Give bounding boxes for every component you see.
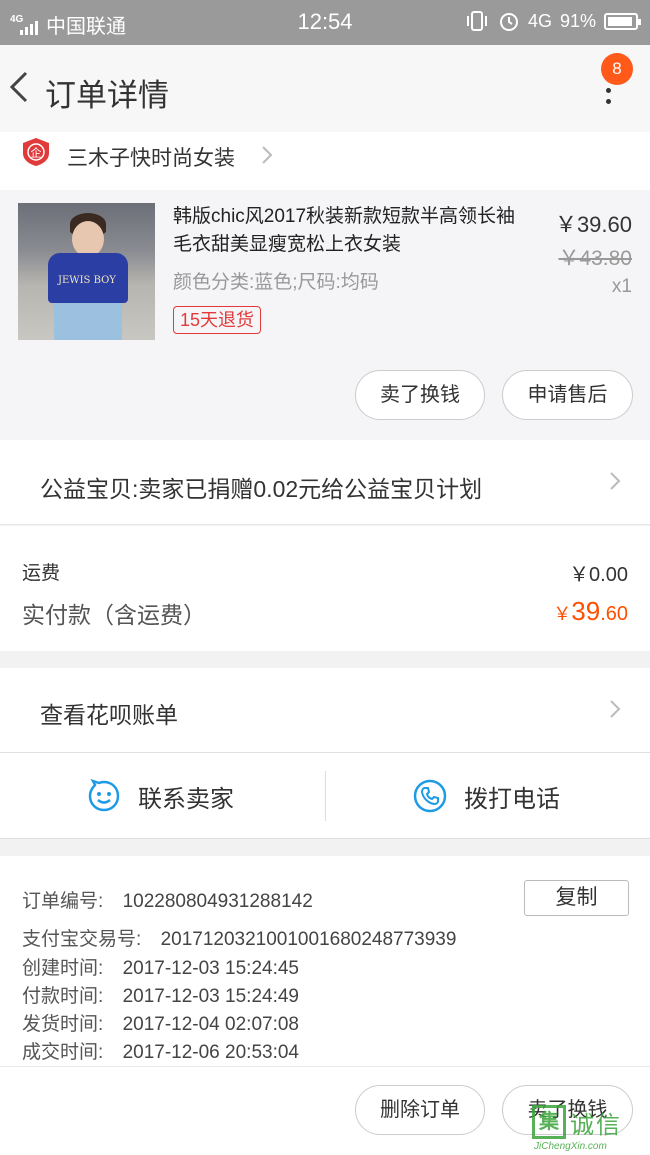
product-quantity: x1 — [611, 276, 632, 297]
product-price: ￥39.60 — [554, 212, 632, 237]
payment-summary: 运费 ￥0.00 实付款（含运费） ￥39.60 — [0, 526, 650, 651]
shop-name: 三木子快时尚女装 — [67, 147, 235, 170]
shipped-time: 2017-12-04 02:07:08 — [122, 1014, 299, 1035]
huabei-bill-row[interactable]: 查看花呗账单 — [0, 668, 650, 753]
paid-decimal: .60 — [600, 603, 628, 625]
chevron-right-icon — [610, 700, 621, 718]
shop-badge-char: 企 — [31, 146, 42, 160]
chevron-right-icon — [610, 472, 621, 490]
order-info: 订单编号: 102280804931288142 复制 支付宝交易号: 2017… — [0, 856, 650, 1066]
phone-icon — [413, 779, 447, 813]
call-phone-label: 拨打电话 — [464, 785, 560, 813]
shipping-label: 运费 — [22, 563, 61, 584]
copy-button[interactable]: 复制 — [524, 880, 629, 916]
battery-percent: 91% — [559, 10, 596, 31]
created-row: 创建时间: 2017-12-03 15:24:45 — [22, 953, 299, 980]
watermark-en: JiChengXin.com — [534, 1141, 607, 1152]
created-time: 2017-12-03 15:24:45 — [122, 958, 299, 979]
contact-seller-button[interactable]: 联系卖家 — [86, 753, 234, 839]
paid-amount: ￥39.60 — [553, 596, 628, 627]
nav-bar: 订单详情 8 — [0, 45, 650, 132]
paid-currency: ￥ — [553, 604, 572, 624]
order-number-label: 订单编号: — [22, 891, 104, 912]
status-right: 4G 91% — [464, 10, 641, 32]
watermark-box: 集 — [532, 1105, 566, 1139]
created-label: 创建时间: — [22, 958, 104, 979]
sell-for-cash-button[interactable]: 卖了换钱 — [355, 370, 485, 420]
shipping-value: ￥0.00 — [569, 564, 628, 586]
order-item[interactable]: JEWIS BOY 韩版chic风2017秋装新款短款半高领长袖毛衣甜美显瘦宽松… — [0, 190, 650, 440]
order-number-row: 订单编号: 102280804931288142 — [22, 886, 313, 913]
vibrate-icon — [466, 11, 487, 31]
huabei-text: 查看花呗账单 — [40, 702, 178, 728]
chevron-right-icon — [262, 146, 273, 164]
alipay-label: 支付宝交易号: — [22, 929, 142, 950]
status-bar: 4G 中国联通 12:54 4G 91% — [0, 0, 650, 45]
page-title: 订单详情 — [45, 78, 169, 113]
paid-time-label: 付款时间: — [22, 986, 104, 1007]
alipay-row: 支付宝交易号: 2017120321001001680248773939 — [22, 924, 456, 951]
paid-integer: 39 — [571, 596, 601, 626]
shipped-label: 发货时间: — [22, 1014, 104, 1035]
delete-order-button[interactable]: 删除订单 — [355, 1085, 485, 1135]
paid-row: 付款时间: 2017-12-03 15:24:49 — [22, 981, 299, 1008]
paid-time: 2017-12-03 15:24:49 — [122, 986, 299, 1007]
contact-bar: 联系卖家 拨打电话 — [0, 753, 650, 839]
product-thumbnail[interactable]: JEWIS BOY — [18, 203, 155, 340]
call-phone-button[interactable]: 拨打电话 — [412, 753, 560, 839]
done-label: 成交时间: — [22, 1042, 104, 1063]
product-spec: 颜色分类:蓝色;尺码:均码 — [173, 272, 379, 293]
product-title: 韩版chic风2017秋装新款短款半高领长袖毛衣甜美显瘦宽松上衣女装 — [173, 206, 516, 255]
paid-label: 实付款（含运费） — [22, 602, 206, 628]
done-time: 2017-12-06 20:53:04 — [122, 1042, 299, 1063]
order-number: 102280804931288142 — [122, 891, 313, 912]
shop-row[interactable]: 企 三木子快时尚女装 — [0, 132, 650, 190]
done-row: 成交时间: 2017-12-06 20:53:04 — [22, 1037, 299, 1064]
thumbnail-print: JEWIS BOY — [58, 275, 116, 286]
alarm-icon — [499, 13, 518, 31]
back-arrow-icon[interactable] — [6, 67, 36, 107]
wangwang-chat-icon — [88, 778, 120, 812]
charity-row[interactable]: 公益宝贝:卖家已捐赠0.02元给公益宝贝计划 — [0, 440, 650, 525]
contact-seller-label: 联系卖家 — [138, 785, 234, 813]
notification-badge: 8 — [601, 53, 633, 85]
return-policy-tag: 15天退货 — [173, 306, 262, 334]
network-type-right: 4G — [527, 10, 552, 31]
charity-text: 公益宝贝:卖家已捐赠0.02元给公益宝贝计划 — [40, 476, 483, 502]
shop-badge-icon: 企 — [23, 138, 49, 166]
alipay-number: 2017120321001001680248773939 — [160, 929, 457, 950]
site-watermark: 集 诚信 JiChengXin.com — [528, 1103, 650, 1155]
product-original-price: ￥43.80 — [558, 247, 632, 270]
battery-icon — [604, 12, 641, 30]
shipped-row: 发货时间: 2017-12-04 02:07:08 — [22, 1009, 299, 1036]
contact-divider — [325, 771, 326, 821]
watermark-cn: 诚信 — [570, 1112, 622, 1139]
apply-aftersale-button[interactable]: 申请售后 — [502, 370, 633, 420]
